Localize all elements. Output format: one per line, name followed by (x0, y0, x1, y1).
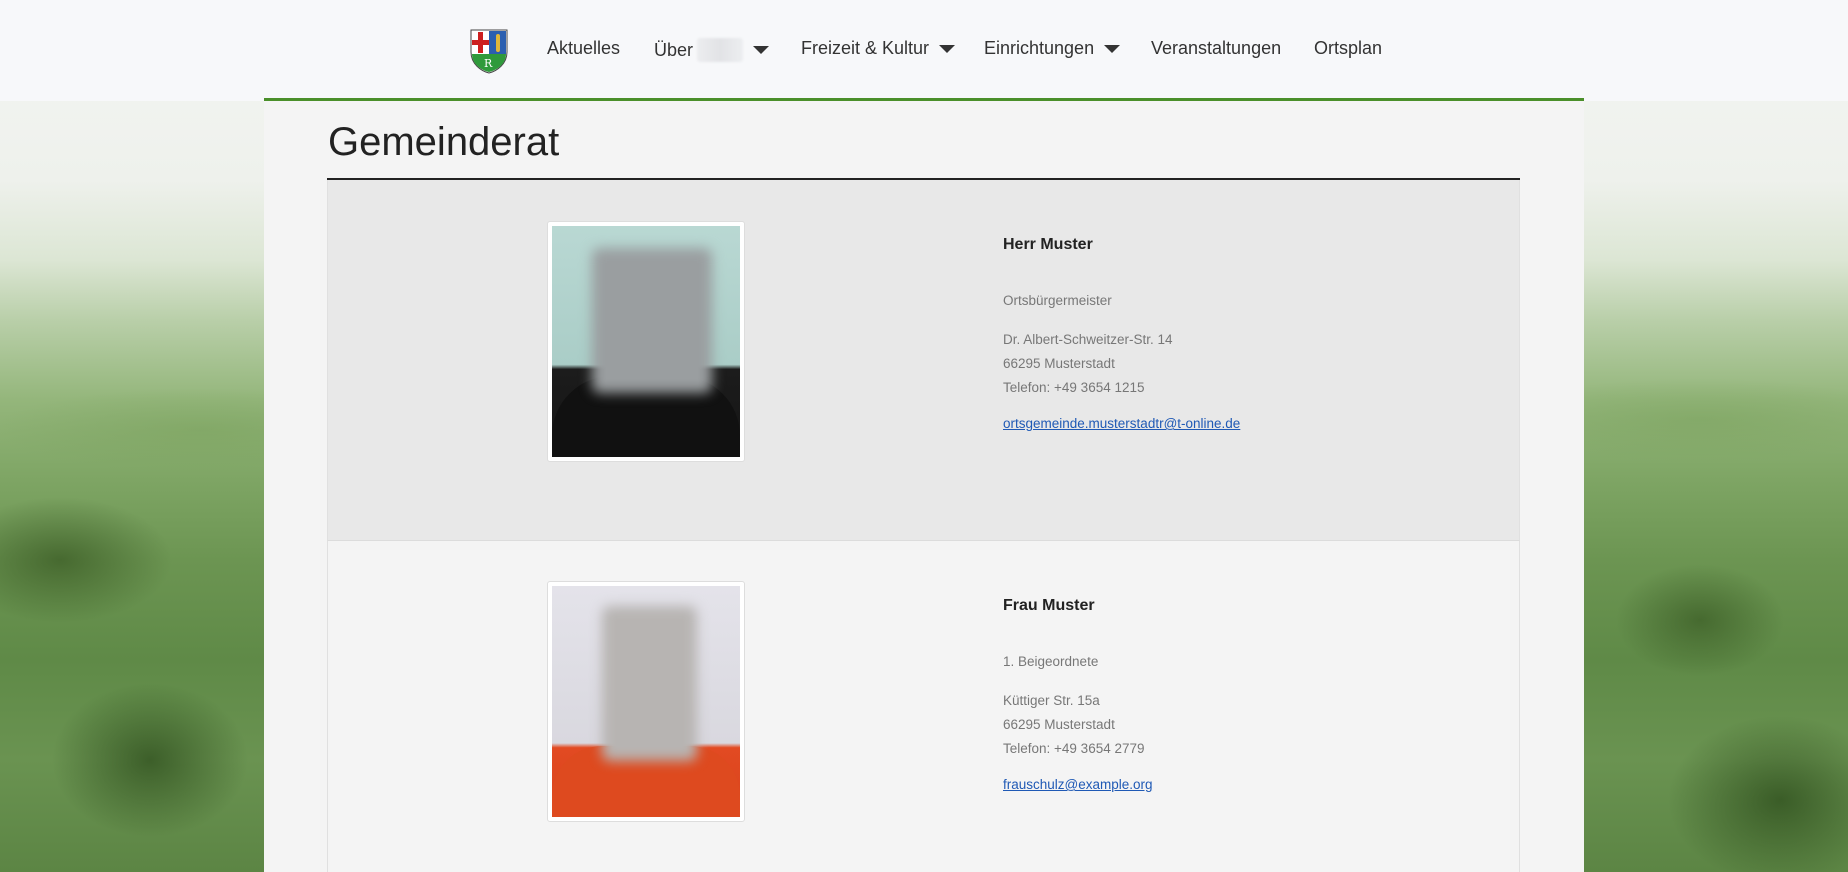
page-title: Gemeinderat (328, 120, 560, 164)
member-role: Ortsbürgermeister (1003, 293, 1112, 308)
main-navigation: R Aktuelles Über Freizeit & Kultur Einri… (264, 0, 1584, 101)
member-name: Frau Muster (1003, 597, 1095, 614)
nav-item-freizeit-kultur[interactable]: Freizeit & Kultur (801, 38, 956, 59)
caret-down-icon (1104, 44, 1121, 53)
member-info: Herr Muster Ortsbürgermeister Dr. Albert… (1003, 236, 1240, 431)
member-card: Herr Muster Ortsbürgermeister Dr. Albert… (327, 180, 1520, 541)
nav-item-ortsplan[interactable]: Ortsplan (1314, 38, 1382, 59)
member-photo-frame (547, 221, 745, 462)
nav-item-label: Aktuelles (547, 38, 621, 58)
redacted-text (697, 38, 744, 62)
nav-item-label: Über (654, 39, 694, 60)
member-photo (552, 226, 740, 457)
blurred-face (602, 606, 697, 761)
member-role: 1. Beigeordnete (1003, 654, 1099, 669)
member-card: Frau Muster 1. Beigeordnete Küttiger Str… (327, 541, 1520, 872)
nav-item-label: Einrichtungen (984, 38, 1095, 58)
main-container: R Aktuelles Über Freizeit & Kultur Einri… (264, 0, 1584, 872)
caret-down-icon (939, 44, 956, 53)
svg-text:R: R (484, 57, 493, 70)
nav-item-label: Freizeit & Kultur (801, 38, 930, 58)
nav-item-ueber[interactable]: Über (654, 38, 770, 62)
member-address: Küttiger Str. 15a 66295 Musterstadt Tele… (1003, 689, 1153, 761)
member-street: Küttiger Str. 15a (1003, 693, 1100, 708)
member-name: Herr Muster (1003, 236, 1093, 253)
member-city: 66295 Musterstadt (1003, 717, 1115, 732)
member-phone: Telefon: +49 3654 1215 (1003, 380, 1145, 395)
member-city: 66295 Musterstadt (1003, 356, 1115, 371)
coat-of-arms-logo[interactable]: R (467, 26, 511, 74)
member-phone: Telefon: +49 3654 2779 (1003, 741, 1145, 756)
nav-item-einrichtungen[interactable]: Einrichtungen (984, 38, 1121, 59)
blurred-face (592, 248, 712, 393)
caret-down-icon (753, 46, 770, 54)
member-address: Dr. Albert-Schweitzer-Str. 14 66295 Must… (1003, 328, 1240, 400)
nav-item-veranstaltungen[interactable]: Veranstaltungen (1151, 38, 1281, 59)
nav-item-label: Veranstaltungen (1151, 38, 1282, 58)
nav-item-label: Ortsplan (1314, 38, 1383, 58)
member-email-link[interactable]: frauschulz@example.org (1003, 777, 1153, 792)
member-photo-frame (547, 581, 745, 822)
member-street: Dr. Albert-Schweitzer-Str. 14 (1003, 332, 1173, 347)
member-photo (552, 586, 740, 817)
member-email-link[interactable]: ortsgemeinde.musterstadtr@t-online.de (1003, 416, 1240, 431)
member-info: Frau Muster 1. Beigeordnete Küttiger Str… (1003, 597, 1153, 792)
nav-item-aktuelles[interactable]: Aktuelles (547, 38, 620, 59)
